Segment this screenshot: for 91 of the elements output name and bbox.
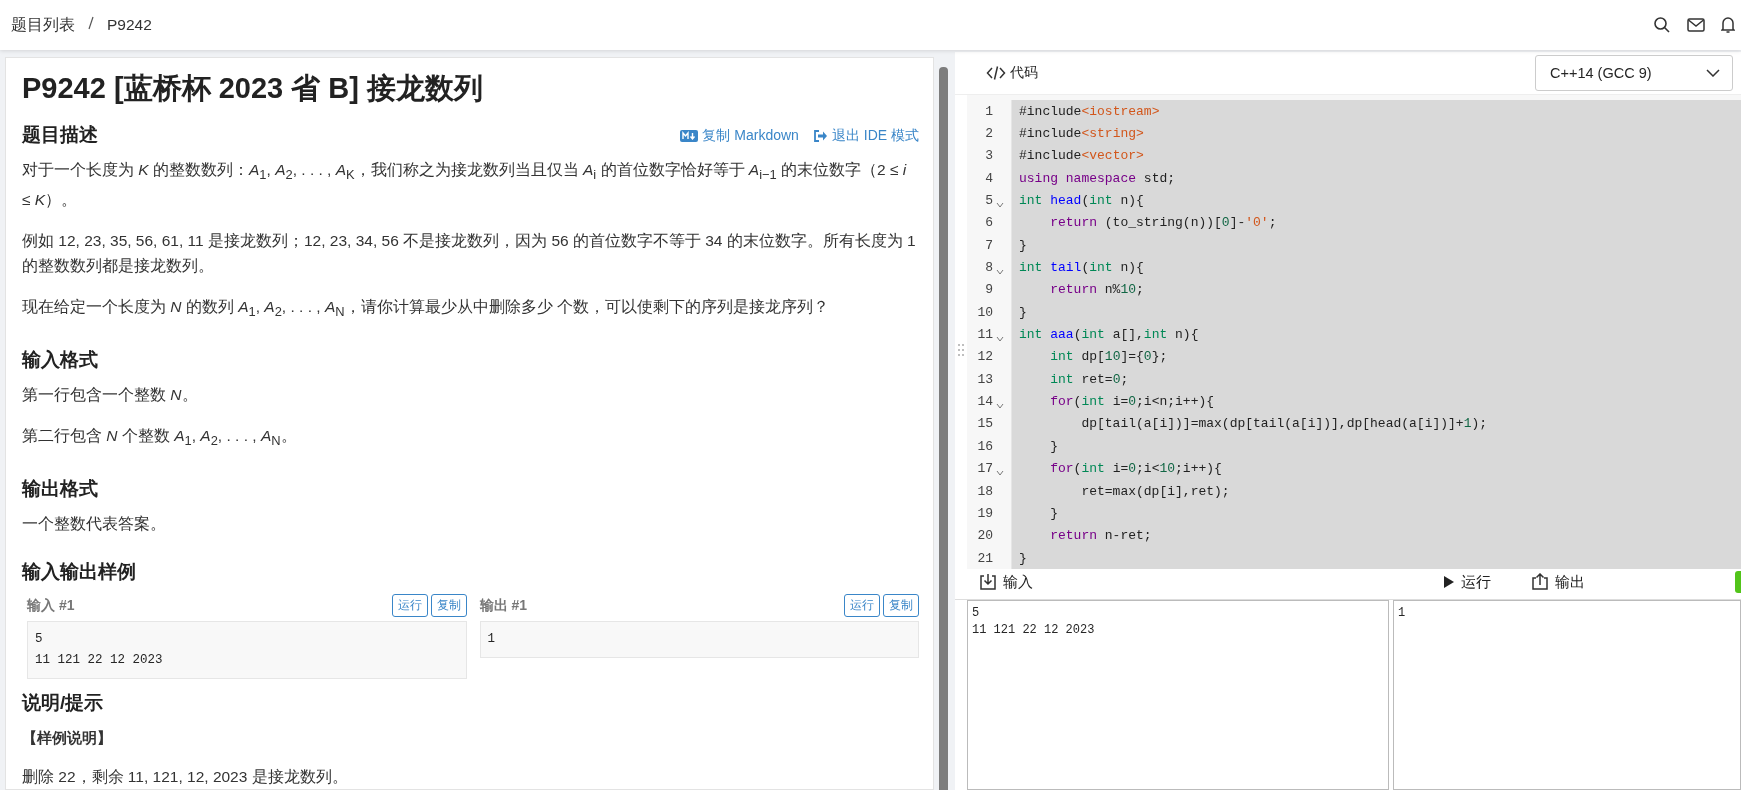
code-line: } (1049, 505, 1058, 521)
section-heading: 输入输出样例 (22, 560, 136, 585)
code-line: for(int i=0;i<10;i++){ (1049, 461, 1222, 477)
code-line: return (to_string(n))[0]-'0'; (1049, 215, 1277, 231)
chevron-down-icon (1706, 69, 1720, 77)
run-button[interactable]: 运行 (1443, 572, 1491, 592)
line-number: 11 (976, 327, 993, 343)
code-line: int aaa(int a[],int n){ (1019, 327, 1199, 343)
code-line: for(int i=0;i<n;i++){ (1049, 394, 1215, 410)
line-number: 7 (984, 237, 993, 253)
line-number: 8 (984, 260, 993, 276)
breadcrumb-link[interactable]: 题目列表 (11, 14, 75, 36)
line-number: 16 (976, 438, 993, 454)
code-line: } (1019, 237, 1027, 253)
line-number: 5 (984, 193, 993, 209)
sample-button[interactable]: 复制 (430, 594, 467, 618)
section-heading: 输入格式 (22, 348, 98, 373)
section-heading: 输出格式 (22, 477, 98, 502)
upload-icon (1531, 573, 1549, 591)
sample-data: 5 11 121 22 12 2023 (27, 621, 467, 680)
code-line: } (1019, 304, 1027, 320)
line-number: 3 (984, 148, 993, 164)
code-line: ret=max(dp[i],ret); (1080, 483, 1230, 499)
scrollbar[interactable] (939, 67, 948, 790)
language-select[interactable]: C++14 (GCC 9) (1535, 55, 1733, 91)
paragraph: 第一行包含一个整数 N。 (22, 385, 199, 406)
code-line: } (1019, 550, 1027, 566)
paragraph: 删除 22，剩余 11, 121, 12, 2023 是接龙数列。 (22, 767, 349, 788)
line-number: 21 (976, 550, 993, 566)
problem-title: P9242 [蓝桥杯 2023 省 B] 接龙数列 (22, 71, 484, 106)
paragraph: 现在给定一个长度为 N 的数列 A$_{1}$, A$_{2}$, . . . , A$_{N}$，请你计算最少从中删除多少 个数，可以使剩下的序列是接龙序列？ (22, 297, 830, 322)
bell-icon[interactable] (1721, 16, 1735, 34)
sample-button[interactable]: 复制 (883, 594, 919, 618)
line-number: 1 (984, 103, 993, 119)
code-line: int dp[10]={0}; (1049, 349, 1168, 365)
line-number: 6 (984, 215, 993, 231)
code-line: return n-ret; (1049, 528, 1152, 544)
sample-button[interactable]: 运行 (391, 594, 428, 618)
download-icon (979, 573, 997, 591)
code-icon (986, 65, 1006, 81)
input-tab[interactable]: 输入 (979, 572, 1033, 592)
line-number: 17 (976, 461, 993, 477)
line-number: 9 (984, 282, 993, 298)
fold-icon[interactable] (996, 201, 1004, 208)
fold-icon[interactable] (996, 402, 1004, 409)
paragraph: 第二行包含 N 个整数 A$_{1}$, A$_{2}$, . . . , A$_{N}$。 (22, 426, 298, 451)
code-line: return n%10; (1049, 282, 1144, 298)
output-field[interactable]: 1 (1393, 600, 1741, 790)
line-number: 13 (976, 371, 993, 387)
sample-button[interactable]: 运行 (844, 594, 880, 618)
code-line: using namespace std; (1019, 170, 1176, 186)
code-line: dp[tail(a[i])]=max(dp[tail(a[i])],dp[head(a[i])]+1); (1080, 416, 1488, 432)
sample-label: 输入 #1 (27, 596, 75, 615)
action-link[interactable]: 复制 Markdown (680, 127, 799, 145)
paragraph: 一个整数代表答案。 (22, 514, 167, 535)
code-line: int head(int n){ (1019, 193, 1144, 209)
play-icon (1443, 575, 1455, 589)
line-number: 20 (976, 528, 993, 544)
line-number: 4 (984, 170, 993, 186)
paragraph: 对于一个长度为 K 的整数数列：A$_{1}$, A$_{2}$, . . . , A$_{K}$，我们称之为接龙数列当且仅当 A$_{i}$ 的首位数字恰好等于 A$_{i−1}$ 的末位数字（2 ≤ i ≤ K）。 (22, 160, 908, 211)
fold-icon[interactable] (996, 469, 1004, 476)
editor-label: 代码 (1010, 64, 1038, 82)
line-number: 12 (976, 349, 993, 365)
code-line: #include<iostream> (1019, 103, 1160, 119)
code-line: #include<string> (1019, 126, 1144, 141)
code-line: int tail(int n){ (1019, 260, 1144, 276)
action-link[interactable]: 退出 IDE 模式 (812, 127, 919, 145)
paragraph: 例如 12, 23, 35, 56, 61, 11 是接龙数列；12, 23, 34, 56 不是接龙数列，因为 56 的首位数字不等于 34 的末位数字。所有长度为 1 的整数数列都是接龙数列。 (22, 231, 917, 277)
sample-data: 1 (479, 621, 919, 659)
output-tab[interactable]: 输出 (1531, 572, 1585, 592)
exit-icon (812, 129, 828, 143)
note-heading: 【样例说明】 (22, 728, 113, 749)
section-heading: 题目描述 (22, 123, 98, 147)
code-line: } (1049, 438, 1058, 454)
line-number: 18 (976, 483, 993, 499)
code-line: #include<vector> (1019, 148, 1144, 164)
sample-label: 输出 #1 (479, 596, 527, 615)
section-heading: 说明/提示 (22, 691, 104, 716)
input-field[interactable]: 5 11 121 22 12 2023 (967, 600, 1389, 790)
fold-icon[interactable] (996, 268, 1004, 275)
line-number: 10 (976, 304, 993, 320)
mail-icon[interactable] (1687, 18, 1705, 32)
line-number: 14 (976, 394, 993, 410)
line-number: 19 (976, 505, 993, 521)
line-number: 2 (984, 126, 993, 141)
search-icon[interactable] (1653, 16, 1671, 34)
code-line: int ret=0; (1049, 371, 1129, 387)
markdown-icon (680, 130, 699, 142)
fold-icon[interactable] (996, 335, 1004, 342)
breadcrumb-link[interactable]: P9242 (107, 16, 152, 34)
line-number: 15 (976, 416, 993, 432)
